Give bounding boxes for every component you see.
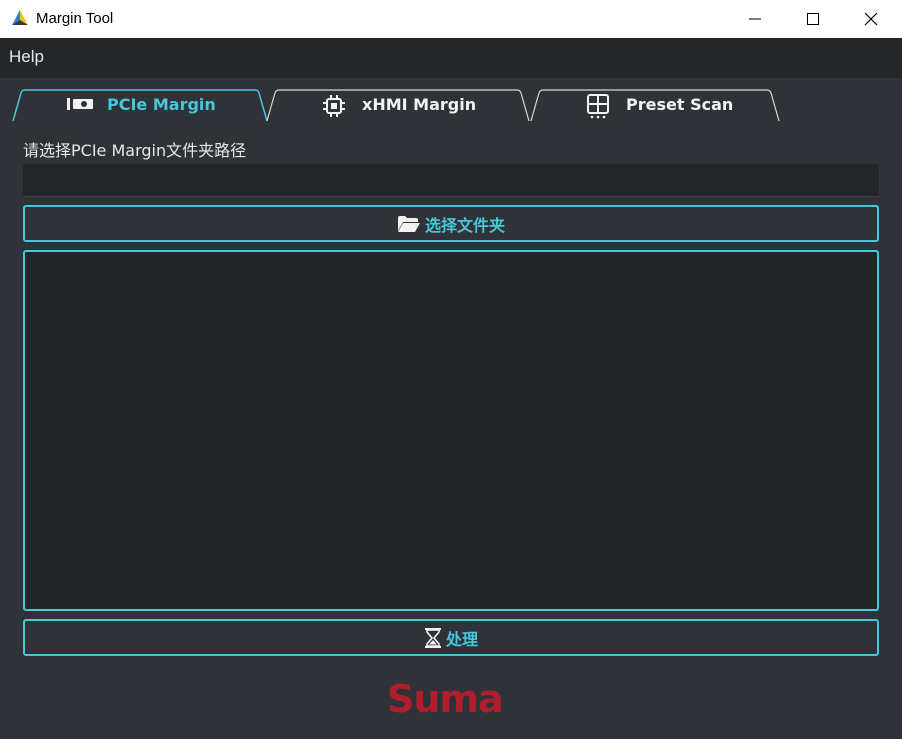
output-text-area[interactable]	[23, 250, 879, 611]
pcie-card-icon	[67, 98, 93, 110]
select-folder-label: 选择文件夹	[424, 215, 505, 235]
tab-label: xHMI Margin	[362, 95, 477, 114]
tab-preset-scan[interactable]: Preset Scan	[530, 89, 780, 121]
suma-logo: Suma	[387, 677, 504, 721]
folder-path-label: 请选择PCIe Margin文件夹路径	[23, 141, 247, 160]
chip-icon	[323, 95, 345, 117]
menu-help[interactable]: Help	[9, 47, 44, 67]
hourglass-icon	[424, 627, 441, 648]
process-button[interactable]: 处理	[23, 619, 879, 656]
title-bar: Margin Tool	[0, 0, 902, 38]
app-logo-icon	[12, 10, 28, 25]
select-folder-button[interactable]: 选择文件夹	[23, 205, 879, 242]
maximize-icon	[807, 13, 819, 25]
tab-xhmi-margin[interactable]: xHMI Margin	[266, 89, 530, 121]
tab-label: PCIe Margin	[107, 95, 216, 114]
process-label: 处理	[445, 629, 478, 649]
folder-path-input[interactable]	[23, 164, 879, 197]
minimize-icon	[749, 18, 761, 20]
close-icon	[864, 12, 878, 26]
grid-icon	[587, 94, 609, 119]
minimize-button[interactable]	[726, 0, 784, 38]
close-button[interactable]	[842, 0, 900, 38]
tab-pcie-margin[interactable]: PCIe Margin	[12, 89, 268, 121]
folder-open-icon	[397, 215, 420, 232]
window-title: Margin Tool	[36, 10, 114, 27]
menu-bar: Help	[0, 38, 902, 78]
maximize-button[interactable]	[784, 0, 842, 38]
tab-label: Preset Scan	[626, 95, 734, 114]
